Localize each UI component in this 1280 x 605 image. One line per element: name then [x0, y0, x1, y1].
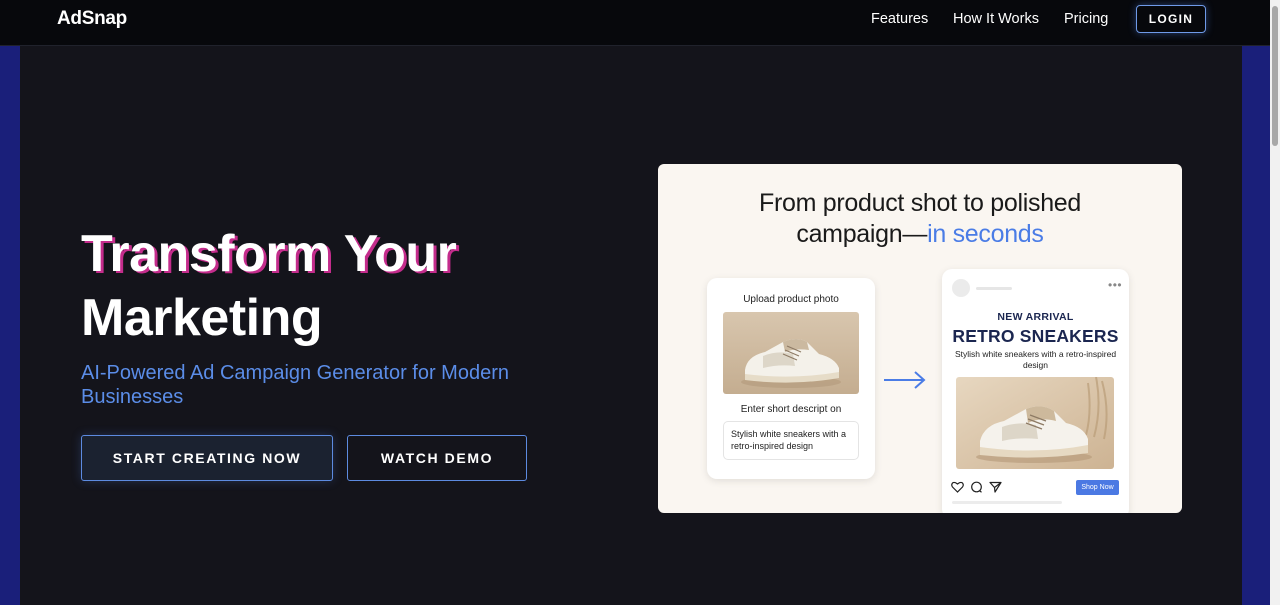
scrollbar-thumb[interactable]: [1272, 6, 1278, 146]
promo-heading-accent: in seconds: [927, 220, 1044, 248]
scrollbar[interactable]: [1270, 0, 1280, 605]
more-dots-icon: •••: [1108, 278, 1123, 292]
promo-illustration: From product shot to polished campaign—i…: [658, 164, 1182, 513]
post-actions: [951, 481, 1002, 493]
hero-title-line2: Marketing: [81, 289, 323, 347]
hero-title-line1: Transform Your: [81, 225, 457, 283]
social-post-card: ••• NEW ARRIVAL RETRO SNEAKERS Stylish w…: [942, 269, 1129, 513]
post-product-name: RETRO SNEAKERS: [952, 326, 1119, 346]
top-nav: AdSnap Features How It Works Pricing LOG…: [0, 0, 1270, 46]
arrow-right-icon: [882, 369, 928, 396]
avatar: [952, 279, 970, 297]
upload-card: Upload product photo Enter short descrip…: [707, 278, 875, 479]
promo-heading-line1: From product shot to polished: [758, 189, 1082, 217]
upload-card-title: Upload product photo: [743, 294, 839, 305]
nav-link-how-it-works[interactable]: How It Works: [953, 11, 1039, 27]
heart-icon: [951, 481, 964, 493]
share-icon: [989, 481, 1002, 493]
watch-demo-button[interactable]: WATCH DEMO: [347, 435, 527, 481]
comment-icon: [971, 481, 982, 493]
hero-title: Transform Your Marketing: [81, 222, 457, 350]
description-label: Enter short descript on: [740, 404, 842, 415]
promo-heading: From product shot to polished campaign—i…: [658, 188, 1182, 250]
nav-link-pricing[interactable]: Pricing: [1064, 11, 1108, 27]
sneaker-photo-post: [956, 377, 1114, 469]
post-tagline: Stylish white sneakers with a retro-insp…: [954, 349, 1117, 370]
hero-subtitle: AI-Powered Ad Campaign Generator for Mod…: [81, 362, 509, 408]
description-textbox: Stylish white sneakers with a retro-insp…: [723, 421, 859, 460]
brand-logo[interactable]: AdSnap: [57, 8, 127, 30]
nav-link-features[interactable]: Features: [871, 11, 928, 27]
caption-placeholder: [952, 501, 1062, 504]
sneaker-photo-upload: [723, 312, 859, 394]
login-button[interactable]: LOGIN: [1136, 5, 1206, 33]
shop-now-button: Shop Now: [1076, 480, 1119, 495]
start-creating-button[interactable]: START CREATING NOW: [81, 435, 333, 481]
post-kicker: NEW ARRIVAL: [997, 311, 1074, 323]
username-placeholder: [976, 287, 1012, 290]
promo-heading-line2: campaign—in seconds: [658, 219, 1182, 250]
promo-heading-prefix: campaign—: [796, 220, 928, 248]
